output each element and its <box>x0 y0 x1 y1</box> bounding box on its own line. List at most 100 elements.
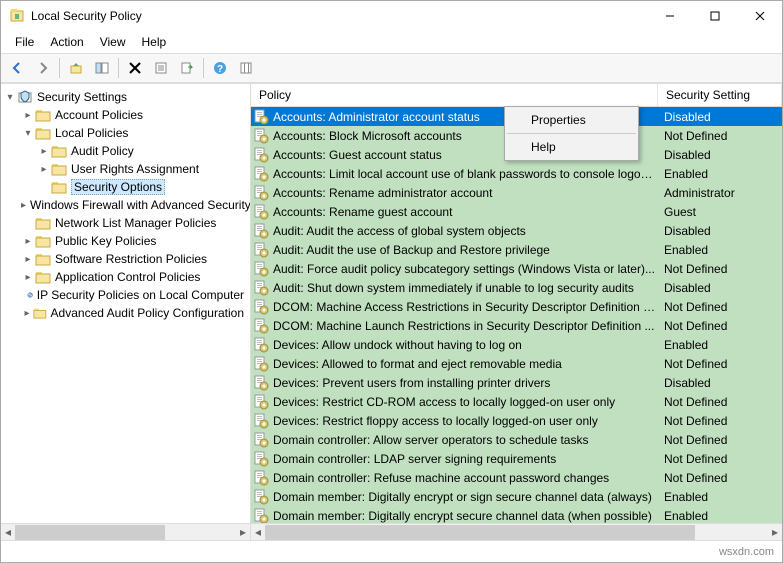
context-menu-help[interactable]: Help <box>507 136 636 158</box>
up-button[interactable] <box>64 56 88 80</box>
tree-node[interactable]: ▸ User Rights Assignment <box>1 160 250 178</box>
chevron-down-icon[interactable]: ▾ <box>3 92 17 103</box>
policy-name: Domain controller: LDAP server signing r… <box>273 452 658 466</box>
show-hide-tree-button[interactable] <box>90 56 114 80</box>
folder-icon <box>35 215 51 231</box>
policy-icon <box>253 128 269 144</box>
policy-value: Not Defined <box>658 452 778 466</box>
column-policy[interactable]: Policy <box>251 84 658 106</box>
forward-button[interactable] <box>31 56 55 80</box>
policy-value: Not Defined <box>658 300 778 314</box>
policy-row[interactable]: Domain controller: Refuse machine accoun… <box>251 468 782 487</box>
tree-node-label: User Rights Assignment <box>71 162 199 176</box>
policy-name: Devices: Allow undock without having to … <box>273 338 658 352</box>
tree-node[interactable]: Network List Manager Policies <box>1 214 250 232</box>
tree-twist-icon[interactable] <box>21 218 35 229</box>
tree-node[interactable]: Security Options <box>1 178 250 196</box>
policy-row[interactable]: DCOM: Machine Access Restrictions in Sec… <box>251 297 782 316</box>
tree-twist-icon[interactable]: ▸ <box>21 236 35 247</box>
policy-row[interactable]: Domain member: Digitally encrypt or sign… <box>251 487 782 506</box>
folder-icon <box>35 107 51 123</box>
tree-twist-icon[interactable]: ▸ <box>21 254 35 265</box>
menu-view[interactable]: View <box>92 33 134 51</box>
folder-icon <box>51 143 67 159</box>
policy-row[interactable]: Domain controller: Allow server operator… <box>251 430 782 449</box>
policy-value: Not Defined <box>658 129 778 143</box>
tree-root[interactable]: ▾ Security Settings <box>1 88 250 106</box>
tree-twist-icon[interactable]: ▸ <box>37 146 51 157</box>
policy-row[interactable]: Audit: Audit the access of global system… <box>251 221 782 240</box>
policy-value: Not Defined <box>658 357 778 371</box>
policy-row[interactable]: Devices: Allowed to format and eject rem… <box>251 354 782 373</box>
tree-twist-icon[interactable]: ▸ <box>21 110 35 121</box>
tree-node[interactable]: ▸Windows Firewall with Advanced Security <box>1 196 250 214</box>
menu-file[interactable]: File <box>7 33 42 51</box>
maximize-button[interactable] <box>692 1 737 31</box>
tree-twist-icon[interactable]: ▸ <box>21 308 33 319</box>
policy-value: Enabled <box>658 338 778 352</box>
tree-node[interactable]: ▾Local Policies <box>1 124 250 142</box>
menu-help[interactable]: Help <box>134 33 175 51</box>
tree-node[interactable]: ▸ Software Restriction Policies <box>1 250 250 268</box>
tree-node[interactable]: ▸Audit Policy <box>1 142 250 160</box>
policy-name: Accounts: Rename administrator account <box>273 186 658 200</box>
context-menu: Properties Help <box>504 106 639 161</box>
policy-icon <box>253 299 269 315</box>
back-button[interactable] <box>5 56 29 80</box>
close-button[interactable] <box>737 1 782 31</box>
tree-twist-icon[interactable]: ▸ <box>37 164 51 175</box>
policy-row[interactable]: Accounts: Rename guest accountGuest <box>251 202 782 221</box>
policy-row[interactable]: DCOM: Machine Launch Restrictions in Sec… <box>251 316 782 335</box>
tree-node[interactable]: ▸Advanced Audit Policy Configuration <box>1 304 250 322</box>
context-menu-properties[interactable]: Properties <box>507 109 636 131</box>
policy-value: Disabled <box>658 376 778 390</box>
policy-row[interactable]: Audit: Force audit policy subcategory se… <box>251 259 782 278</box>
policy-row[interactable]: Domain member: Digitally encrypt secure … <box>251 506 782 523</box>
tree-twist-icon[interactable]: ▸ <box>21 200 26 211</box>
help-button[interactable]: ? <box>208 56 232 80</box>
window-controls <box>647 1 782 31</box>
list-pane: Policy Security Setting Accounts: Admini… <box>251 84 782 540</box>
refresh-button[interactable] <box>234 56 258 80</box>
policy-row[interactable]: Audit: Shut down system immediately if u… <box>251 278 782 297</box>
policy-name: Devices: Prevent users from installing p… <box>273 376 658 390</box>
policy-name: Audit: Audit the use of Backup and Resto… <box>273 243 658 257</box>
policy-name: Devices: Restrict floppy access to local… <box>273 414 658 428</box>
tree-pane[interactable]: ▾ Security Settings ▸Account Policies▾Lo… <box>1 84 251 540</box>
tree-node-label: Software Restriction Policies <box>55 252 207 266</box>
export-button[interactable] <box>175 56 199 80</box>
policy-value: Not Defined <box>658 471 778 485</box>
tree-node[interactable]: IP Security Policies on Local Computer <box>1 286 250 304</box>
policy-icon <box>253 280 269 296</box>
policy-row[interactable]: Devices: Prevent users from installing p… <box>251 373 782 392</box>
minimize-button[interactable] <box>647 1 692 31</box>
context-menu-separator <box>507 133 636 134</box>
list-body[interactable]: Accounts: Administrator account statusDi… <box>251 107 782 523</box>
policy-icon <box>253 318 269 334</box>
menu-action[interactable]: Action <box>42 33 91 51</box>
policy-row[interactable]: Accounts: Rename administrator accountAd… <box>251 183 782 202</box>
policy-row[interactable]: Devices: Restrict CD-ROM access to local… <box>251 392 782 411</box>
column-security-setting[interactable]: Security Setting <box>658 84 782 106</box>
policy-name: DCOM: Machine Access Restrictions in Sec… <box>273 300 658 314</box>
policy-row[interactable]: Devices: Restrict floppy access to local… <box>251 411 782 430</box>
tree-twist-icon[interactable]: ▾ <box>21 128 35 139</box>
tree-twist-icon[interactable]: ▸ <box>21 272 35 283</box>
tree-node[interactable]: ▸Account Policies <box>1 106 250 124</box>
tree-node[interactable]: ▸Application Control Policies <box>1 268 250 286</box>
policy-row[interactable]: Domain controller: LDAP server signing r… <box>251 449 782 468</box>
tree-node[interactable]: ▸Public Key Policies <box>1 232 250 250</box>
tree-h-scrollbar[interactable]: ◂ ▸ <box>1 523 250 540</box>
policy-row[interactable]: Devices: Allow undock without having to … <box>251 335 782 354</box>
delete-button[interactable] <box>123 56 147 80</box>
policy-row[interactable]: Accounts: Limit local account use of bla… <box>251 164 782 183</box>
policy-icon <box>253 470 269 486</box>
policy-name: Accounts: Limit local account use of bla… <box>273 167 658 181</box>
policy-icon <box>253 356 269 372</box>
policy-name: Domain controller: Allow server operator… <box>273 433 658 447</box>
properties-button[interactable] <box>149 56 173 80</box>
tree-twist-icon[interactable] <box>37 182 51 193</box>
policy-row[interactable]: Audit: Audit the use of Backup and Resto… <box>251 240 782 259</box>
list-h-scrollbar[interactable]: ◂ ▸ <box>251 523 782 540</box>
policy-value: Disabled <box>658 110 778 124</box>
